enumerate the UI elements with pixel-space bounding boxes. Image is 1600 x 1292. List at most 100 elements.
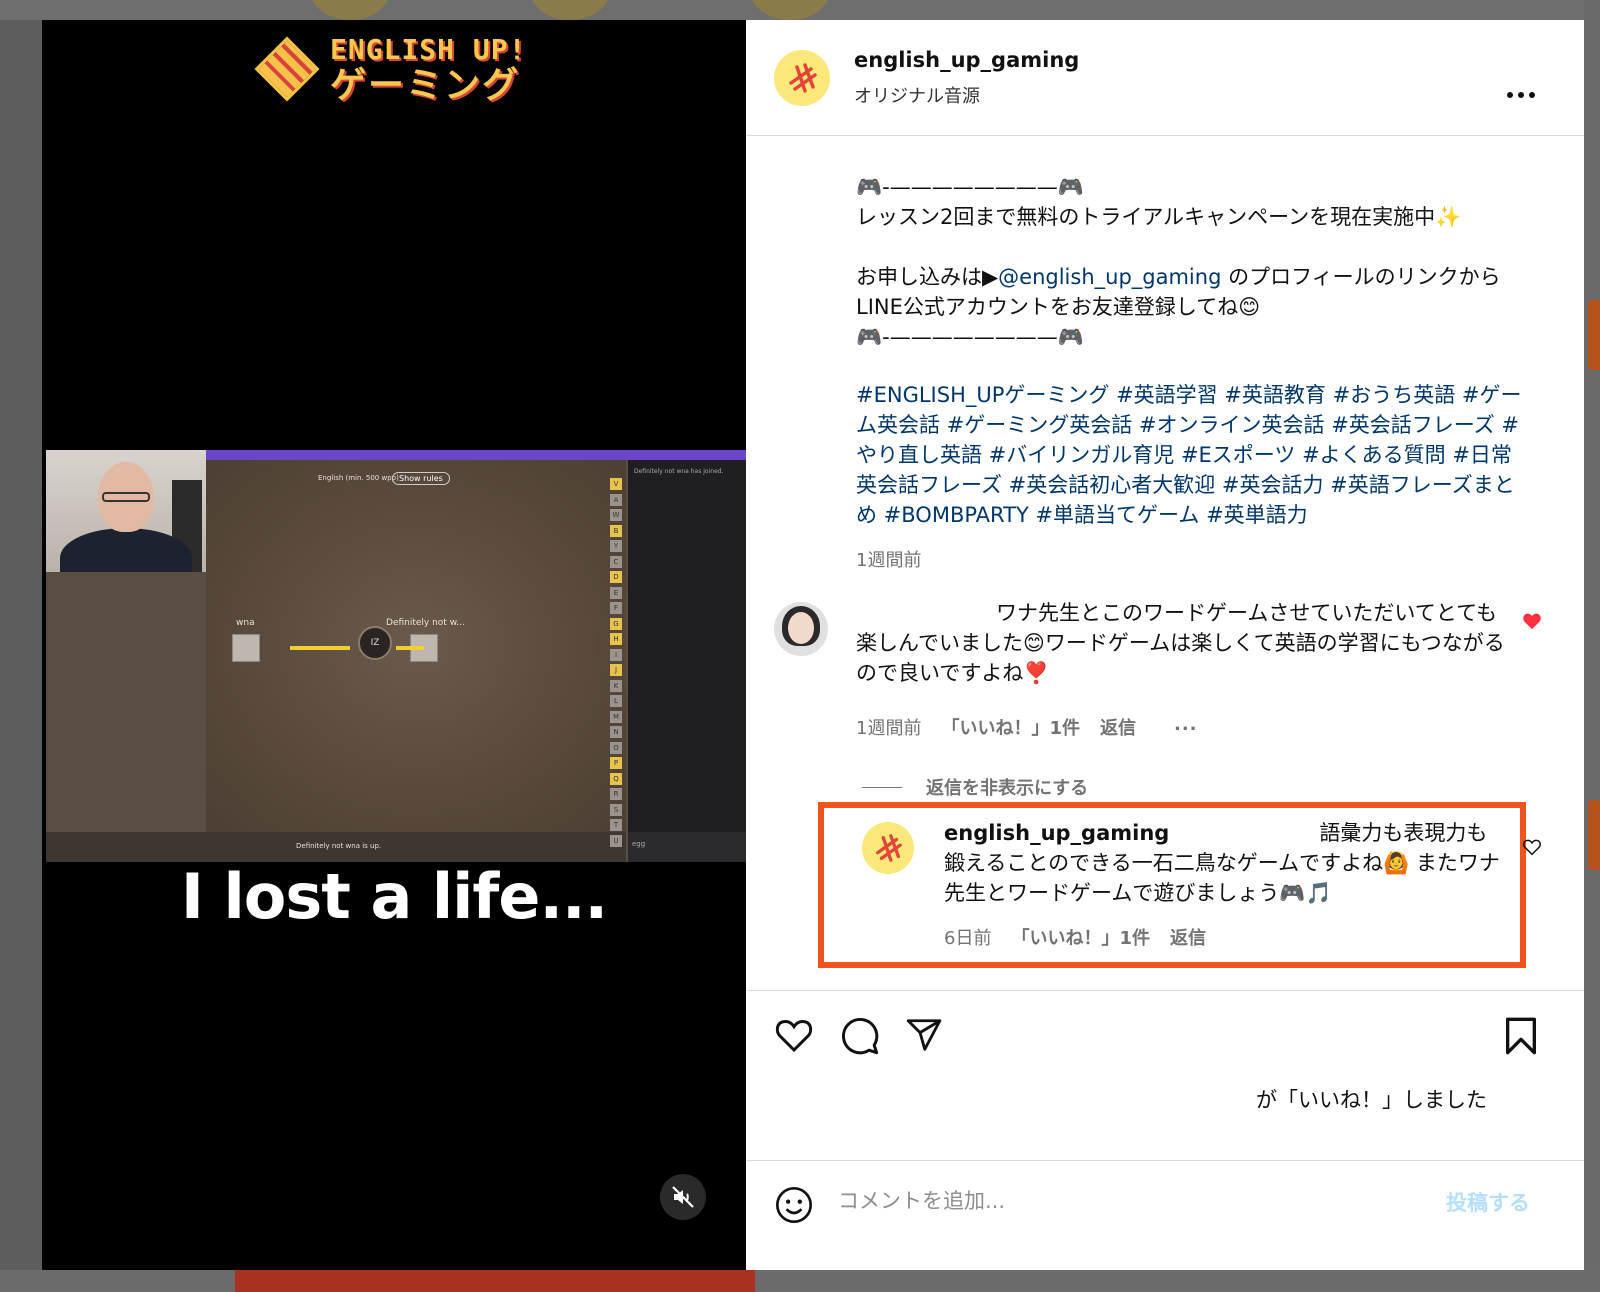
letter-tile: A [610, 493, 622, 506]
mention-link[interactable]: @english_up_gaming [998, 265, 1221, 289]
letter-tile: U [610, 834, 622, 847]
caption-hashtags[interactable]: #ENGLISH_UPゲーミング #英語学習 #英語教育 #おうち英語 #ゲーム… [856, 380, 1526, 530]
comment-button[interactable] [840, 1016, 880, 1060]
more-options-button[interactable] [1506, 76, 1536, 106]
brand-logo-icon [876, 834, 902, 862]
background-tag [1588, 800, 1600, 870]
logo-line1: ENGLISH UP! [330, 33, 527, 66]
reply-time[interactable]: 6日前 [944, 924, 991, 950]
video-caption: I lost a life... [180, 860, 608, 933]
game-chat-input: egg [628, 832, 746, 862]
avatar[interactable] [774, 50, 830, 106]
bomb-icon: IZ [358, 626, 392, 660]
comment-meta: 1週間前 「いいね！」1件 返信 ... [856, 714, 1198, 740]
letter-tile: I [610, 648, 622, 661]
comment-more-button[interactable]: ... [1174, 714, 1198, 740]
hide-replies-button[interactable]: 返信を非表示にする [862, 774, 1088, 800]
background-page-right [1584, 0, 1600, 1292]
letter-tile: E [610, 586, 622, 599]
letter-tile: T [610, 819, 622, 831]
player1-avatar [232, 634, 260, 662]
heart-outline-icon [775, 1020, 813, 1053]
smiley-icon [776, 1187, 812, 1223]
turn-arrow [290, 646, 350, 650]
letter-tile: V [610, 478, 622, 490]
liked-by-text[interactable]: が「いいね！」しました [1256, 1084, 1487, 1114]
comment-input[interactable] [838, 1179, 1398, 1223]
logo-diamond-icon [254, 36, 322, 104]
reply-reply-button[interactable]: 返信 [1170, 924, 1206, 950]
reply-likes[interactable]: 「いいね！」1件 [1011, 924, 1150, 950]
letter-tile: W [610, 509, 622, 521]
letter-tile: J [610, 664, 622, 676]
logo-line2: ゲーミング [330, 65, 521, 106]
paper-plane-icon [906, 1019, 942, 1051]
letter-tile: O [610, 741, 622, 754]
post-header: english_up_gaming オリジナル音源 [746, 20, 1584, 136]
save-button[interactable] [1504, 1016, 1538, 1060]
post-caption: 🎮-————————🎮 レッスン2回まで無料のトライアルキャンペーンを現在実施中… [856, 172, 1526, 530]
caption-divider: 🎮-————————🎮 [856, 175, 1084, 199]
show-rules-button: Show rules [392, 472, 450, 485]
comment-bar: 投稿する [746, 1160, 1584, 1270]
like-button[interactable] [774, 1016, 814, 1058]
game-status-bar: Definitely not wna is up. [46, 832, 626, 862]
background-tag [1588, 300, 1600, 370]
post-comment-button[interactable]: 投稿する [1446, 1187, 1530, 1217]
comment-text: ワナ先生とこのワードゲームさせていただいてとても楽しんでいました😊ワードゲームは… [856, 601, 1505, 685]
letter-tile: F [610, 602, 622, 614]
reply-like-button[interactable] [1522, 838, 1542, 860]
game-chat-panel: Definitely not wna has joined. [628, 460, 746, 832]
letter-tile: M [610, 710, 622, 723]
brand-logo-icon [789, 63, 817, 93]
commenter-avatar[interactable] [774, 602, 828, 656]
bookmark-icon [1505, 1017, 1536, 1055]
post-author-username[interactable]: english_up_gaming [854, 48, 1079, 72]
caption-apply-line: お申し込みは▶@english_up_gaming のプロフィールのリンクからL… [856, 265, 1501, 319]
mute-button[interactable] [660, 1174, 706, 1220]
letter-tile: P [610, 757, 622, 769]
letter-tile: C [610, 555, 622, 568]
letter-tile: H [610, 633, 622, 645]
letter-tile: N [610, 726, 622, 738]
post-time[interactable]: 1週間前 [856, 546, 921, 572]
reel-video[interactable]: ENGLISH UP! ゲーミング Definitely not wna has… [42, 20, 746, 1270]
comment-reply-button[interactable]: 返信 [1100, 714, 1136, 740]
post-modal: ENGLISH UP! ゲーミング Definitely not wna has… [42, 20, 1584, 1270]
comment-time[interactable]: 1週間前 [856, 714, 921, 740]
reply-text: english_up_gaming 語彙力も表現力も鍛えることのできる一石二鳥なゲ… [944, 821, 1500, 905]
letter-tile: R [610, 788, 622, 800]
player2-name: Definitely not w... [386, 618, 465, 628]
heart-filled-icon [1523, 613, 1541, 630]
letter-tracker: VAWBYCDEFGHIJKLMNOPQRSTU [592, 478, 622, 850]
caption-campaign-line: レッスン2回まで無料のトライアルキャンペーンを現在実施中✨ [856, 205, 1462, 229]
more-dots-icon [1507, 92, 1535, 98]
heart-outline-icon [1523, 839, 1541, 856]
letter-tile: Q [610, 772, 622, 785]
player1-name: wna [236, 618, 255, 628]
letter-tile: S [610, 803, 622, 816]
original-audio-link[interactable]: オリジナル音源 [854, 82, 980, 108]
letter-tile: Y [610, 540, 622, 552]
letter-tile: K [610, 679, 622, 692]
letter-tile: B [610, 524, 622, 537]
reply-username[interactable]: english_up_gaming [944, 821, 1169, 845]
game-topbar [206, 450, 746, 460]
game-chat-line: Definitely not wna has joined. [634, 468, 724, 475]
turn-arrow [396, 646, 424, 650]
webcam-feed [46, 450, 206, 572]
post-details-panel: english_up_gaming オリジナル音源 🎮-————————🎮 レッ… [746, 20, 1584, 1270]
game-status-text: Definitely not wna is up. [296, 842, 382, 850]
background-red-shape [235, 1270, 755, 1292]
actions-divider [746, 990, 1584, 991]
emoji-button[interactable] [774, 1185, 814, 1229]
comment-bubble-icon [842, 1018, 879, 1055]
letter-tile: L [610, 695, 622, 707]
caption-divider: 🎮-————————🎮 [856, 325, 1084, 349]
avatar[interactable] [862, 822, 914, 874]
speaker-muted-icon [672, 1186, 694, 1208]
comment-likes[interactable]: 「いいね！」1件 [941, 714, 1080, 740]
share-button[interactable] [904, 1016, 944, 1058]
letter-tile: G [610, 617, 622, 630]
comment-like-button[interactable] [1522, 612, 1542, 634]
